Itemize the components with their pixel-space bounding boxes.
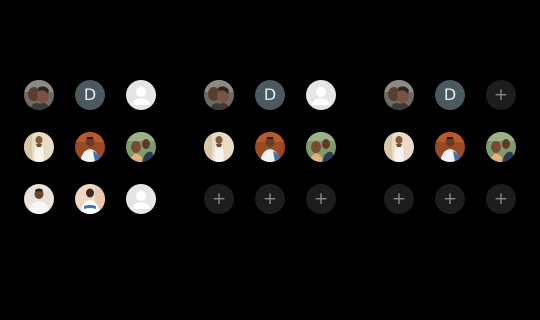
contacts-grid: D + + + + — [384, 80, 516, 214]
contact-avatar-photo[interactable] — [306, 132, 336, 162]
contacts-panel-1: D — [24, 80, 156, 218]
contact-avatar-default[interactable] — [126, 80, 156, 110]
add-contact-button[interactable]: + — [486, 184, 516, 214]
default-avatar-icon — [306, 80, 336, 110]
contact-avatar-photo[interactable] — [24, 184, 54, 214]
contact-avatar-letter[interactable]: D — [435, 80, 465, 110]
contact-avatar-photo[interactable] — [75, 132, 105, 162]
contact-avatar-photo[interactable] — [204, 80, 234, 110]
contact-avatar-photo[interactable] — [435, 132, 465, 162]
contacts-panel-3: D + + + + — [384, 80, 516, 218]
contact-avatar-photo[interactable] — [255, 132, 285, 162]
add-contact-button[interactable]: + — [435, 184, 465, 214]
contact-avatar-photo[interactable] — [24, 132, 54, 162]
contact-avatar-default[interactable] — [126, 184, 156, 214]
contact-avatar-photo[interactable] — [126, 132, 156, 162]
add-contact-button[interactable]: + — [204, 184, 234, 214]
add-contact-button[interactable]: + — [486, 80, 516, 110]
plus-icon: + — [493, 84, 509, 105]
add-contact-button[interactable]: + — [255, 184, 285, 214]
avatar-initial: D — [263, 85, 277, 104]
plus-icon: + — [493, 188, 509, 209]
contacts-grid: D + + + — [204, 80, 336, 214]
plus-icon: + — [442, 188, 458, 209]
default-avatar-icon — [126, 184, 156, 214]
add-contact-button[interactable]: + — [306, 184, 336, 214]
plus-icon: + — [211, 188, 227, 209]
contacts-grid: D — [24, 80, 156, 214]
plus-icon: + — [262, 188, 278, 209]
add-contact-button[interactable]: + — [384, 184, 414, 214]
plus-icon: + — [313, 188, 329, 209]
contact-avatar-letter[interactable]: D — [75, 80, 105, 110]
contact-favorites-stage: D D + + + D + + + + — [0, 0, 540, 320]
contact-avatar-photo[interactable] — [384, 80, 414, 110]
avatar-initial: D — [443, 85, 457, 104]
contacts-panel-2: D + + + — [204, 80, 336, 218]
default-avatar-icon — [126, 80, 156, 110]
contact-avatar-letter[interactable]: D — [255, 80, 285, 110]
contact-avatar-photo[interactable] — [384, 132, 414, 162]
avatar-initial: D — [83, 85, 97, 104]
plus-icon: + — [391, 188, 407, 209]
contact-avatar-default[interactable] — [306, 80, 336, 110]
contact-avatar-photo[interactable] — [486, 132, 516, 162]
contact-avatar-photo[interactable] — [75, 184, 105, 214]
contact-avatar-photo[interactable] — [24, 80, 54, 110]
contact-avatar-photo[interactable] — [204, 132, 234, 162]
